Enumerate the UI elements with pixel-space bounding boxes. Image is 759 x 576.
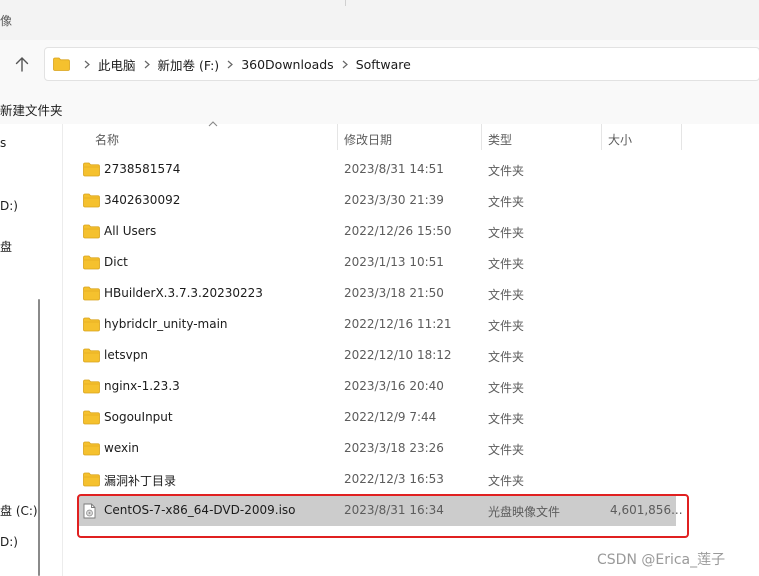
file-name: hybridclr_unity-main bbox=[104, 317, 228, 331]
address-row: 此电脑 新加卷 (F:) 360Downloads Software bbox=[0, 40, 759, 92]
column-divider[interactable] bbox=[601, 124, 602, 150]
table-row[interactable]: letsvpn 2022/12/10 18:12 文件夹 bbox=[78, 341, 676, 371]
table-row[interactable]: 2738581574 2023/8/31 14:51 文件夹 bbox=[78, 155, 676, 185]
command-bar: 新建文件夹 bbox=[0, 92, 759, 125]
nav-item[interactable]: 盘 (C:) bbox=[0, 502, 38, 519]
file-name: All Users bbox=[104, 224, 157, 238]
navigation-pane: s D:) 盘 盘 (C:) D:) bbox=[0, 124, 63, 576]
folder-icon bbox=[83, 224, 100, 242]
chevron-right-icon bbox=[144, 60, 150, 69]
folder-icon bbox=[83, 286, 100, 304]
table-row[interactable]: nginx-1.23.3 2023/3/16 20:40 文件夹 bbox=[78, 372, 676, 402]
table-row[interactable]: wexin 2023/3/18 23:26 文件夹 bbox=[78, 434, 676, 464]
file-type: 文件夹 bbox=[488, 257, 525, 271]
sort-ascending-icon bbox=[208, 121, 218, 127]
table-row[interactable]: HBuilderX.3.7.3.20230223 2023/3/18 21:50 文… bbox=[78, 279, 676, 309]
file-date: 2023/3/18 21:50 bbox=[344, 286, 444, 300]
folder-icon bbox=[83, 472, 100, 490]
folder-icon bbox=[83, 379, 100, 397]
file-date: 2023/1/13 10:51 bbox=[344, 255, 444, 269]
file-type: 文件夹 bbox=[488, 288, 525, 302]
folder-icon bbox=[83, 410, 100, 428]
column-header-type[interactable]: 类型 bbox=[488, 131, 512, 148]
column-header-name[interactable]: 名称 bbox=[95, 131, 119, 148]
address-bar[interactable]: 此电脑 新加卷 (F:) 360Downloads Software bbox=[44, 47, 759, 81]
folder-icon bbox=[53, 57, 70, 71]
breadcrumb-software[interactable]: Software bbox=[356, 57, 411, 72]
folder-icon bbox=[83, 255, 100, 273]
file-name: 3402630092 bbox=[104, 193, 181, 207]
file-date: 2022/12/10 18:12 bbox=[344, 348, 452, 362]
file-type: 文件夹 bbox=[488, 474, 525, 488]
file-name: 漏洞补丁目录 bbox=[104, 474, 177, 488]
arrow-up-icon bbox=[15, 57, 29, 72]
file-type: 文件夹 bbox=[488, 164, 525, 178]
column-divider[interactable] bbox=[681, 124, 682, 150]
file-date: 2022/12/26 15:50 bbox=[344, 224, 452, 238]
folder-icon bbox=[83, 317, 100, 335]
file-name: SogouInput bbox=[104, 410, 173, 424]
folder-icon bbox=[83, 162, 100, 180]
file-type: 文件夹 bbox=[488, 226, 525, 240]
up-button[interactable] bbox=[10, 52, 34, 76]
folder-icon bbox=[83, 348, 100, 366]
table-row[interactable]: 漏洞补丁目录 2022/12/3 16:53 文件夹 bbox=[78, 465, 676, 495]
title-bar: 像 bbox=[0, 0, 759, 40]
column-divider[interactable] bbox=[337, 124, 338, 150]
file-name: nginx-1.23.3 bbox=[104, 379, 180, 393]
file-type: 文件夹 bbox=[488, 195, 525, 209]
nav-item[interactable]: D:) bbox=[0, 199, 18, 213]
table-row[interactable]: hybridclr_unity-main 2022/12/16 11:21 文件夹 bbox=[78, 310, 676, 340]
new-folder-button[interactable]: 新建文件夹 bbox=[0, 100, 63, 119]
file-name: HBuilderX.3.7.3.20230223 bbox=[104, 286, 263, 300]
annotation-highlight-box bbox=[77, 494, 689, 538]
breadcrumb-this-pc[interactable]: 此电脑 bbox=[98, 55, 136, 74]
file-date: 2023/3/16 20:40 bbox=[344, 379, 444, 393]
file-name: wexin bbox=[104, 441, 140, 455]
file-type: 文件夹 bbox=[488, 412, 525, 426]
nav-item[interactable]: 盘 bbox=[0, 238, 12, 255]
chevron-right-icon bbox=[84, 60, 90, 69]
column-header-row: 名称 修改日期 类型 大小 bbox=[63, 121, 759, 152]
file-name: 2738581574 bbox=[104, 162, 181, 176]
file-date: 2023/3/30 21:39 bbox=[344, 193, 444, 207]
file-date: 2022/12/3 16:53 bbox=[344, 472, 444, 486]
chevron-right-icon bbox=[227, 60, 234, 69]
window-title: 像 bbox=[0, 14, 13, 28]
column-header-date[interactable]: 修改日期 bbox=[344, 131, 392, 148]
breadcrumb-drive-f[interactable]: 新加卷 (F:) bbox=[158, 55, 220, 74]
file-date: 2023/8/31 14:51 bbox=[344, 162, 444, 176]
breadcrumb: 此电脑 新加卷 (F:) 360Downloads Software bbox=[53, 48, 411, 80]
file-date: 2022/12/9 7:44 bbox=[344, 410, 437, 424]
chevron-right-icon bbox=[342, 60, 348, 69]
folder-icon bbox=[83, 193, 100, 211]
nav-item[interactable]: s bbox=[0, 136, 6, 150]
table-row[interactable]: All Users 2022/12/26 15:50 文件夹 bbox=[78, 217, 676, 247]
file-date: 2023/3/18 23:26 bbox=[344, 441, 444, 455]
file-type: 文件夹 bbox=[488, 319, 525, 333]
file-name: Dict bbox=[104, 255, 128, 269]
table-row[interactable]: Dict 2023/1/13 10:51 文件夹 bbox=[78, 248, 676, 278]
file-type: 文件夹 bbox=[488, 350, 525, 364]
breadcrumb-360downloads[interactable]: 360Downloads bbox=[241, 57, 334, 72]
file-name: letsvpn bbox=[104, 348, 148, 362]
file-type: 文件夹 bbox=[488, 381, 525, 395]
column-header-size[interactable]: 大小 bbox=[608, 131, 632, 148]
file-date: 2022/12/16 11:21 bbox=[344, 317, 452, 331]
table-row[interactable]: 3402630092 2023/3/30 21:39 文件夹 bbox=[78, 186, 676, 216]
folder-icon bbox=[83, 441, 100, 459]
file-type: 文件夹 bbox=[488, 443, 525, 457]
table-row[interactable]: SogouInput 2022/12/9 7:44 文件夹 bbox=[78, 403, 676, 433]
nav-scrollbar[interactable] bbox=[38, 299, 40, 576]
tab-divider bbox=[345, 0, 346, 6]
column-divider[interactable] bbox=[481, 124, 482, 150]
watermark: CSDN @Erica_莲子 bbox=[597, 552, 726, 568]
nav-item[interactable]: D:) bbox=[0, 535, 18, 549]
